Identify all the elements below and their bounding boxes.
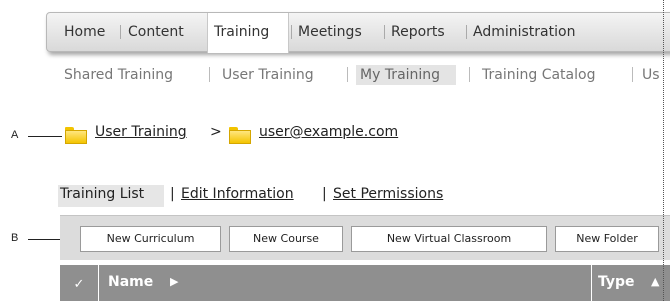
- top-nav-separator: [466, 25, 467, 39]
- new-course-button[interactable]: New Course: [229, 226, 343, 252]
- table-header-divider: [591, 265, 592, 301]
- top-nav-training[interactable]: Training: [214, 13, 269, 51]
- chevron-right-icon: ▶: [170, 275, 179, 288]
- breadcrumb-root-link[interactable]: User Training: [95, 124, 187, 140]
- breadcrumb-current-link[interactable]: user@example.com: [259, 124, 398, 140]
- top-nav-separator: [120, 25, 121, 39]
- column-header-type[interactable]: Type: [598, 274, 635, 290]
- tab-training-list[interactable]: Training List: [60, 186, 144, 202]
- checkmark-icon[interactable]: ✓: [60, 265, 98, 301]
- folder-icon: [229, 127, 251, 144]
- sub-nav-separator: [469, 67, 470, 82]
- top-nav-separator: [384, 25, 385, 39]
- new-curriculum-button[interactable]: New Curriculum: [80, 226, 221, 252]
- new-folder-button[interactable]: New Folder: [555, 226, 659, 252]
- sub-nav-truncated-item[interactable]: Us: [642, 64, 660, 86]
- sub-nav-shared-training[interactable]: Shared Training: [64, 64, 173, 86]
- column-header-name[interactable]: Name: [108, 274, 153, 290]
- callout-b-label: B: [11, 232, 19, 244]
- tab-set-permissions[interactable]: Set Permissions: [333, 186, 443, 202]
- sub-nav-training-catalog[interactable]: Training Catalog: [482, 64, 595, 86]
- breadcrumb-separator: >: [210, 124, 222, 140]
- sub-nav-separator: [209, 67, 210, 82]
- table-header-divider: [98, 265, 99, 301]
- tab-edit-information[interactable]: Edit Information: [181, 186, 294, 202]
- sort-ascending-icon: ▲: [651, 275, 660, 288]
- sub-tab-separator: |: [322, 186, 327, 202]
- sub-nav-user-training[interactable]: User Training: [222, 64, 314, 86]
- callout-a-label: A: [11, 129, 19, 141]
- top-nav-meetings[interactable]: Meetings: [298, 13, 362, 51]
- top-nav-reports[interactable]: Reports: [391, 13, 445, 51]
- top-nav-separator: [291, 25, 292, 39]
- sub-nav-separator: [632, 67, 633, 82]
- callout-a-line: [28, 136, 62, 137]
- sub-nav-separator: [347, 67, 348, 82]
- top-nav-home[interactable]: Home: [64, 13, 105, 51]
- sub-tab-separator: |: [170, 186, 175, 202]
- new-virtual-classroom-button[interactable]: New Virtual Classroom: [351, 226, 547, 252]
- top-nav-content[interactable]: Content: [128, 13, 184, 51]
- sub-nav-my-training[interactable]: My Training: [360, 64, 440, 86]
- panel-edge: [663, 0, 664, 301]
- folder-icon: [65, 127, 87, 144]
- top-nav-administration[interactable]: Administration: [473, 13, 575, 51]
